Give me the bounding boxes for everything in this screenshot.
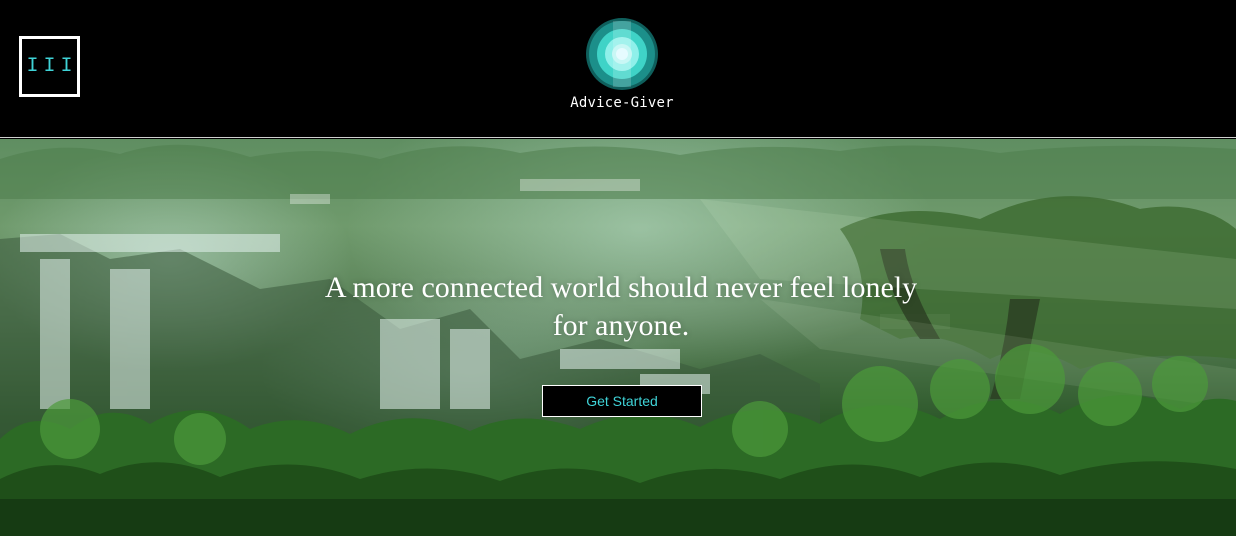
brand-logo[interactable]: Advice-Giver <box>563 18 681 114</box>
get-started-button[interactable]: Get Started <box>542 385 702 417</box>
menu-button[interactable]: III <box>19 36 80 97</box>
hero-section: A more connected world should never feel… <box>0 139 1236 536</box>
logo-circle-icon <box>586 18 658 90</box>
hero-headline: A more connected world should never feel… <box>324 271 918 342</box>
brand-name: Advice-Giver <box>570 95 674 111</box>
top-header: III Advice-Giver <box>0 0 1236 138</box>
hamburger-menu-icon: III <box>26 54 78 78</box>
